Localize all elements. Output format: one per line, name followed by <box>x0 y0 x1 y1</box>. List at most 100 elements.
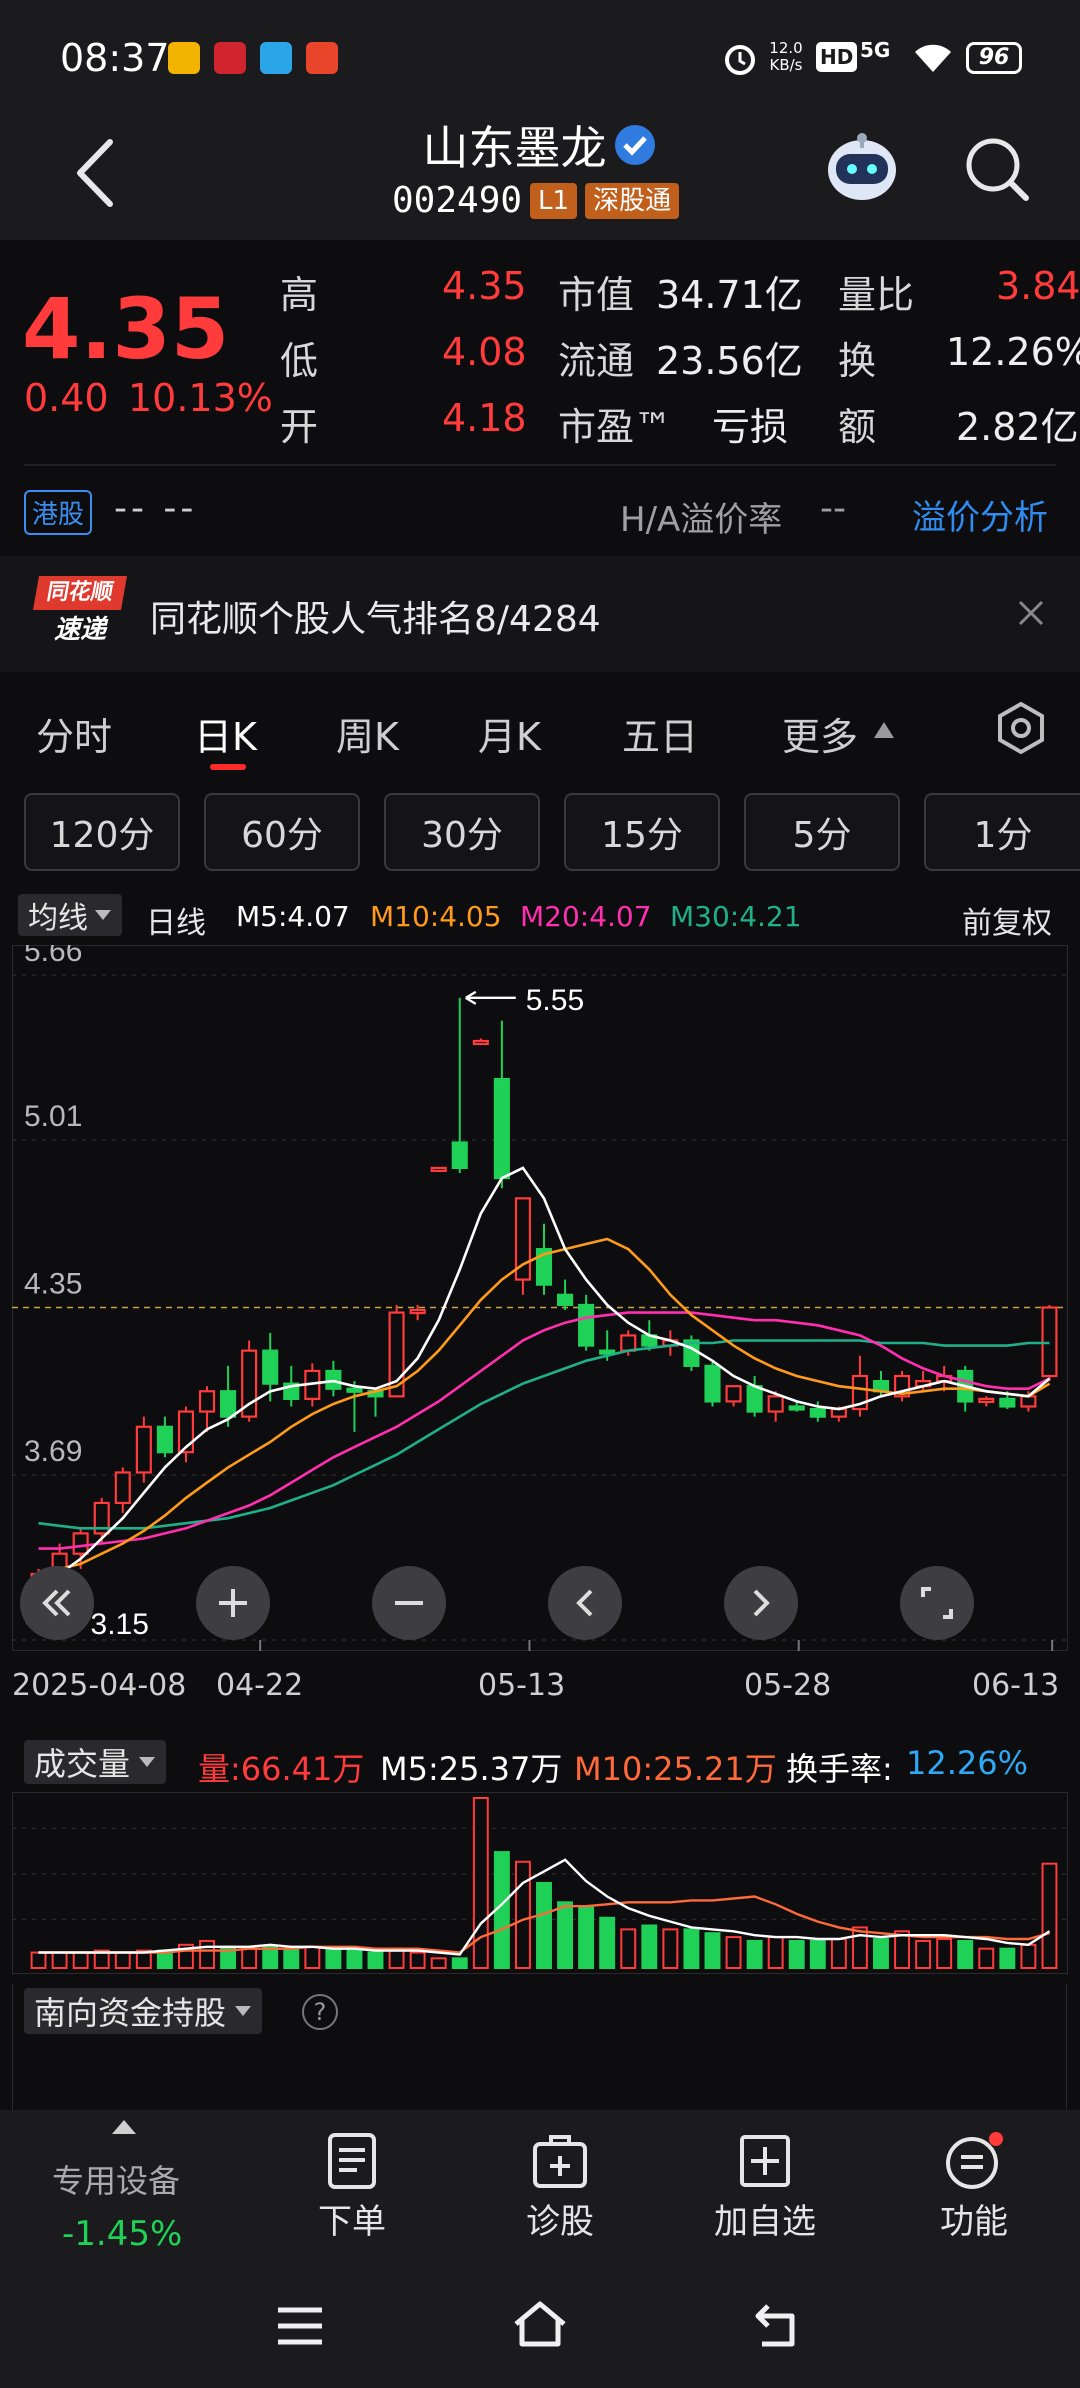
volume-ratio-value: 3.84 <box>996 264 1080 308</box>
tonghuashun-logo: 同花顺 速递 <box>33 576 127 652</box>
tab-intraday[interactable]: 分时 <box>36 706 112 761</box>
functions-button[interactable]: 功能 <box>922 2132 1026 2243</box>
menu-icon[interactable] <box>276 2304 324 2348</box>
volume-chart[interactable] <box>12 1792 1068 1974</box>
add-watchlist-button[interactable]: 加自选 <box>700 2132 830 2243</box>
add-square-icon <box>740 2135 790 2187</box>
volume-bar <box>746 1939 763 1969</box>
y-axis-label: 5.66 <box>24 945 82 968</box>
ma-selector[interactable]: 均线 <box>18 894 122 936</box>
period-5min-button[interactable]: 5分 <box>744 793 900 871</box>
x-label-0528: 05-28 <box>744 1668 832 1703</box>
volume-bar <box>704 1932 721 1970</box>
zoom-fast-left-button[interactable] <box>20 1566 94 1640</box>
dropdown-caret-icon <box>139 1757 156 1767</box>
search-icon[interactable] <box>962 134 1032 204</box>
volume-bar <box>557 1901 574 1969</box>
volume-ma5: M5:25.37万 <box>380 1750 563 1788</box>
southbound-selector[interactable]: 南向资金持股 <box>24 1988 263 2034</box>
back-nav-icon[interactable] <box>752 2300 804 2350</box>
volume-legend-bar: 成交量 量:66.41万 M5:25.37万 M10:25.21万 换手率: 1… <box>0 1736 1080 1788</box>
chart-frame <box>12 945 1068 1651</box>
verified-icon <box>614 125 655 165</box>
help-icon[interactable]: ? <box>302 1994 338 2030</box>
zoom-in-button[interactable] <box>196 1566 270 1640</box>
caret-up-icon <box>874 722 894 738</box>
candle-body <box>746 1385 763 1413</box>
status-time: 08:37 <box>60 36 170 80</box>
turnover-label: 换 <box>838 339 877 383</box>
candle-body <box>978 1397 995 1403</box>
home-icon[interactable] <box>510 2298 570 2350</box>
period-1min-button[interactable]: 1分 <box>924 793 1080 871</box>
turnover-rate-label: 换手率: <box>786 1750 893 1788</box>
order-button[interactable]: 下单 <box>300 2132 404 2243</box>
sector-name[interactable]: 专用设备 <box>52 2156 180 2202</box>
tab-five-day[interactable]: 五日 <box>622 706 698 761</box>
volume-bar <box>999 1947 1016 1970</box>
volume-bar <box>873 1938 889 1969</box>
price-change: 0.40 <box>24 376 109 420</box>
ma10-value: M10:4.05 <box>370 900 502 933</box>
ma20-value: M20:4.07 <box>520 900 652 933</box>
y-axis-label: 5.01 <box>24 1100 82 1133</box>
assistant-robot-icon[interactable] <box>820 130 904 206</box>
volume-bar <box>641 1924 658 1969</box>
scroll-right-button[interactable] <box>724 1566 798 1640</box>
bottom-action-bar: 专用设备 -1.45% 下单 诊股 加自选 功能 <box>0 2110 1080 2270</box>
volume-bar <box>915 1939 932 1969</box>
candle-body <box>472 1039 489 1046</box>
volume-bar <box>388 1949 405 1969</box>
period-120min-button[interactable]: 120分 <box>24 793 180 871</box>
candle-body <box>72 1532 89 1555</box>
tab-monthly-k[interactable]: 月K <box>478 706 541 761</box>
market-cap-label: 市值 <box>558 273 635 317</box>
candlestick-chart[interactable]: 5.665.014.353.693.045.553.15 <box>12 945 1068 1651</box>
candle-body <box>999 1397 1016 1408</box>
candle-body <box>114 1471 131 1505</box>
scroll-left-button[interactable] <box>548 1566 622 1640</box>
volume-bar <box>978 1947 995 1970</box>
market-badge[interactable]: 深股通 <box>585 182 680 219</box>
amount-label: 额 <box>838 405 877 449</box>
high-annotation: 5.55 <box>526 984 584 1017</box>
line-type-label: 日线 <box>146 906 206 941</box>
volume-bar <box>851 1926 868 1970</box>
ma-legend-bar: 均线 日线 M5:4.07 M10:4.05 M20:4.07 M30:4.21… <box>0 890 1080 942</box>
tab-more[interactable]: 更多 <box>782 706 858 761</box>
news-app-icon <box>214 42 246 74</box>
candle-body <box>1020 1395 1037 1408</box>
candle-body <box>262 1349 279 1385</box>
volume-bar <box>283 1947 300 1970</box>
ha-premium-value: -- <box>820 488 846 529</box>
chevron-left-icon <box>576 1589 593 1617</box>
premium-analysis-link[interactable]: 溢价分析 <box>912 490 1048 539</box>
diagnose-button[interactable]: 诊股 <box>508 2132 612 2243</box>
volume-bar <box>957 1939 974 1969</box>
volume-bar <box>788 1939 805 1969</box>
ha-premium-label: H/A溢价率 <box>620 500 783 540</box>
tab-weekly-k[interactable]: 周K <box>336 706 399 761</box>
zoom-out-button[interactable] <box>372 1566 446 1640</box>
plus-icon <box>219 1589 247 1617</box>
period-60min-button[interactable]: 60分 <box>204 793 360 871</box>
fullscreen-button[interactable] <box>900 1566 974 1640</box>
volume-bar <box>51 1951 68 1970</box>
popularity-banner[interactable]: 同花顺 速递 同花顺个股人气排名8/4284 <box>0 556 1080 672</box>
volume-ratio-label: 量比 <box>838 273 915 317</box>
quote-panel: 4.35 0.40 10.13% 高 4.35 市值 34.71亿 量比 3.8… <box>0 240 1080 465</box>
candle-body <box>704 1364 721 1403</box>
volume-bar <box>683 1928 700 1969</box>
settings-hexagon-icon[interactable] <box>994 700 1048 756</box>
tab-daily-k[interactable]: 日K <box>194 706 257 761</box>
period-15min-button[interactable]: 15分 <box>564 793 720 871</box>
adjust-mode[interactable]: 前复权 <box>962 898 1052 942</box>
period-30min-button[interactable]: 30分 <box>384 793 540 871</box>
southbound-section: 南向资金持股 ? <box>0 1980 1080 2110</box>
close-icon[interactable] <box>1016 598 1046 628</box>
indicator-selector[interactable]: 成交量 <box>24 1740 167 1784</box>
volume-bar <box>367 1951 384 1970</box>
volume-bar <box>325 1947 342 1970</box>
store-app-icon <box>306 42 338 74</box>
stock-code: 002490 <box>392 180 523 221</box>
